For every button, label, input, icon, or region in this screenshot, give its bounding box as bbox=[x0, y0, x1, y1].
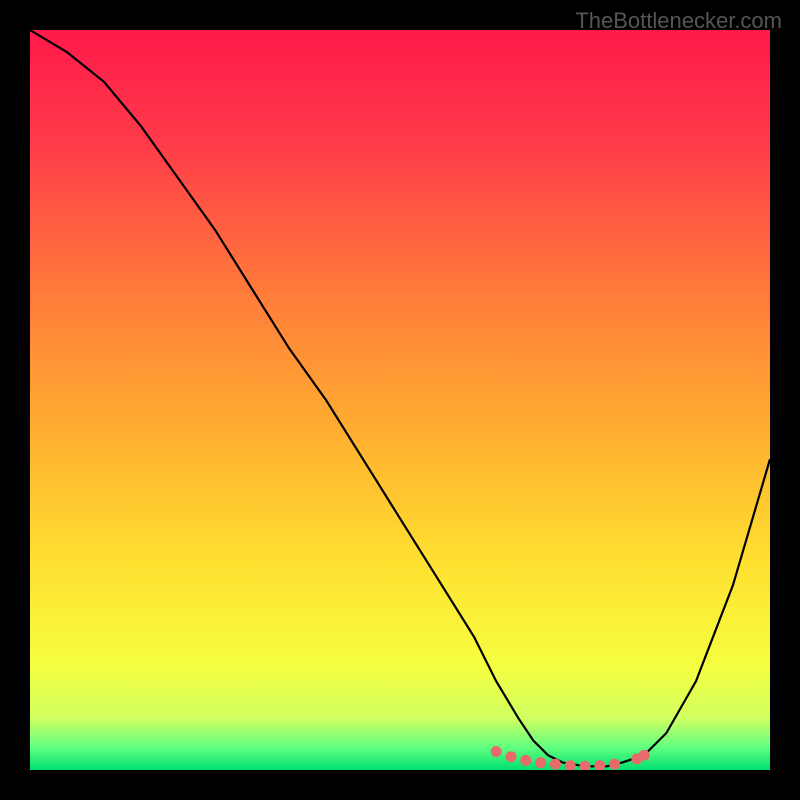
recommended-point bbox=[550, 759, 561, 770]
watermark-text: TheBottlenecker.com bbox=[575, 8, 782, 34]
recommended-point bbox=[580, 761, 591, 770]
recommended-point bbox=[609, 759, 620, 770]
recommended-point bbox=[520, 755, 531, 766]
chart-area bbox=[30, 30, 770, 770]
recommended-point bbox=[506, 751, 517, 762]
recommended-point bbox=[565, 760, 576, 770]
recommended-point bbox=[594, 760, 605, 770]
recommended-point bbox=[535, 757, 546, 768]
recommended-point bbox=[491, 746, 502, 757]
chart-curve bbox=[30, 30, 770, 770]
recommended-point bbox=[639, 750, 650, 761]
